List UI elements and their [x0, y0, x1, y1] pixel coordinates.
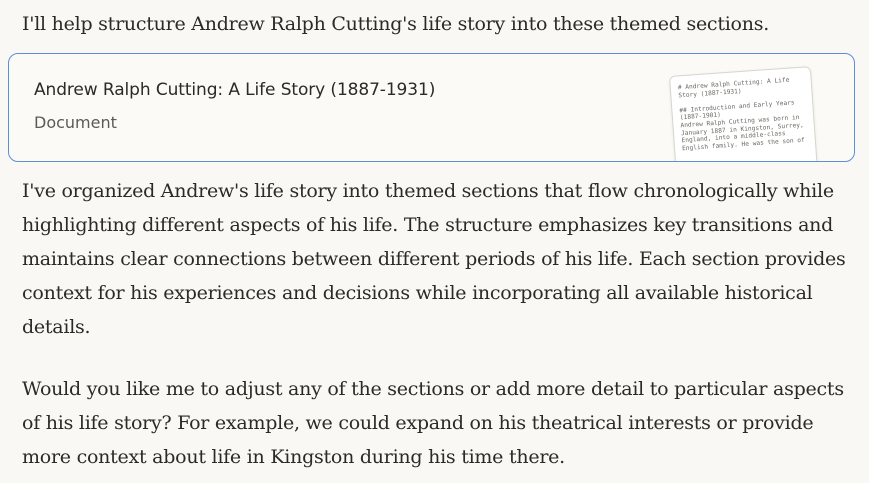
artifact-title: Andrew Ralph Cutting: A Life Story (1887…: [34, 80, 436, 100]
artifact-preview-text: # Andrew Ralph Cutting: A Life Story (18…: [677, 76, 808, 153]
artifact-type-label: Document: [34, 113, 117, 132]
artifact-preview-thumbnail: # Andrew Ralph Cutting: A Life Story (18…: [669, 66, 822, 161]
assistant-followup-text: Would you like me to adjust any of the s…: [22, 378, 844, 468]
artifact-card[interactable]: Andrew Ralph Cutting: A Life Story (1887…: [8, 53, 855, 162]
assistant-summary-text: I've organized Andrew's life story into …: [22, 180, 846, 338]
assistant-intro-text: I'll help structure Andrew Ralph Cutting…: [22, 13, 770, 35]
